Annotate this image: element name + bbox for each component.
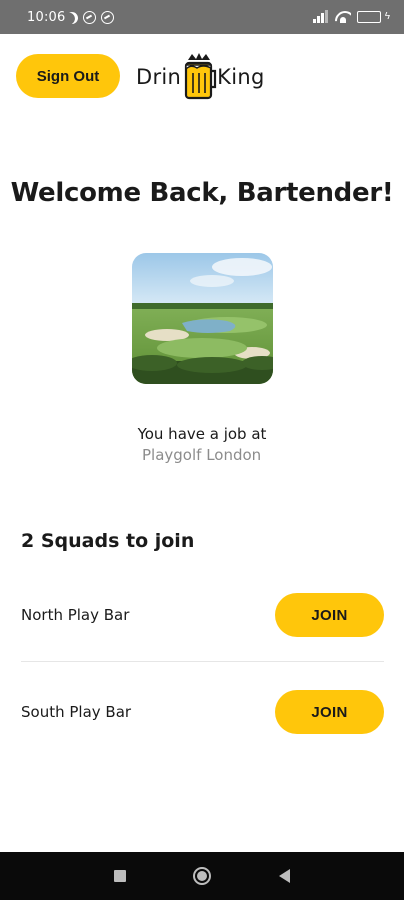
venue-photo [132,253,273,384]
squads-heading: 2 Squads to join [21,530,195,552]
status-left-icons [66,11,114,24]
divider [21,661,384,662]
status-time: 10:06 [27,10,66,25]
recents-icon[interactable] [114,870,126,882]
status-right-icons: ϟ [312,10,390,23]
app-logo: Drin King [136,52,265,102]
join-button[interactable]: JOIN [275,593,384,637]
system-nav-bar [0,852,404,900]
sync-icon [83,11,96,24]
job-venue-name: Playgolf London [142,446,262,464]
squad-name: North Play Bar [21,606,130,624]
battery-icon [356,10,381,23]
wifi-icon [335,11,351,23]
welcome-heading: Welcome Back, Bartender! [10,178,394,208]
squad-name: South Play Bar [21,703,132,721]
logo-text-left: Drin [136,65,182,89]
moon-icon [64,10,80,26]
signal-icon [312,10,329,23]
job-description: You have a job at [137,425,267,443]
sync-icon [101,11,114,24]
join-button[interactable]: JOIN [275,690,384,734]
logo-text-right: King [217,65,265,89]
list-item: North Play Bar JOIN [21,593,384,637]
home-icon[interactable] [193,867,211,885]
charging-icon: ϟ [384,11,390,22]
list-item: South Play Bar JOIN [21,690,384,734]
back-icon[interactable] [279,869,290,883]
status-bar: 10:06 ϟ [0,0,404,34]
sign-out-button[interactable]: Sign Out [16,54,120,98]
beer-mug-crown-icon [185,53,217,100]
